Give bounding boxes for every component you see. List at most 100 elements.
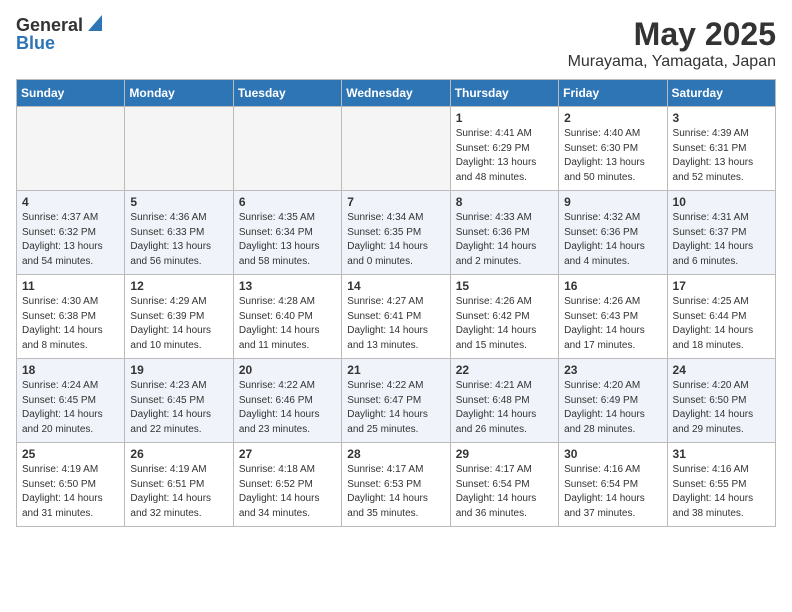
day-number: 18 [22,363,119,377]
day-number: 7 [347,195,444,209]
day-info: Sunrise: 4:30 AM Sunset: 6:38 PM Dayligh… [22,295,119,353]
day-number: 17 [673,279,770,293]
calendar-cell [233,107,341,191]
day-info: Sunrise: 4:24 AM Sunset: 6:45 PM Dayligh… [22,379,119,437]
location-subtitle: Murayama, Yamagata, Japan [568,53,776,71]
day-number: 1 [456,111,553,125]
calendar-week-row: 4 Sunrise: 4:37 AM Sunset: 6:32 PM Daylig… [17,191,776,275]
calendar-cell: 1 Sunrise: 4:41 AM Sunset: 6:29 PM Daylig… [450,107,558,191]
day-info: Sunrise: 4:31 AM Sunset: 6:37 PM Dayligh… [673,211,770,269]
calendar-cell: 10 Sunrise: 4:31 AM Sunset: 6:37 PM Dayli… [667,191,775,275]
logo: General Blue [16,16,102,52]
calendar-cell: 26Sunrise: 4:19 AM Sunset: 6:51 PM Dayli… [125,443,233,527]
day-info: Sunrise: 4:32 AM Sunset: 6:36 PM Dayligh… [564,211,661,269]
day-number: 4 [22,195,119,209]
weekday-header-saturday: Saturday [667,80,775,107]
calendar-cell: 5Sunrise: 4:36 AM Sunset: 6:33 PM Daylig… [125,191,233,275]
day-number: 26 [130,447,227,461]
calendar-week-row: 1 Sunrise: 4:41 AM Sunset: 6:29 PM Daylig… [17,107,776,191]
day-number: 31 [673,447,770,461]
day-number: 22 [456,363,553,377]
day-info: Sunrise: 4:22 AM Sunset: 6:46 PM Dayligh… [239,379,336,437]
day-info: Sunrise: 4:19 AM Sunset: 6:50 PM Dayligh… [22,463,119,521]
day-info: Sunrise: 4:26 AM Sunset: 6:43 PM Dayligh… [564,295,661,353]
weekday-header-monday: Monday [125,80,233,107]
day-number: 19 [130,363,227,377]
calendar-cell: 9 Sunrise: 4:32 AM Sunset: 6:36 PM Daylig… [559,191,667,275]
day-info: Sunrise: 4:35 AM Sunset: 6:34 PM Dayligh… [239,211,336,269]
calendar-cell: 11 Sunrise: 4:30 AM Sunset: 6:38 PM Dayli… [17,275,125,359]
calendar-cell: 7 Sunrise: 4:34 AM Sunset: 6:35 PM Daylig… [342,191,450,275]
calendar-cell: 14 Sunrise: 4:27 AM Sunset: 6:41 PM Dayli… [342,275,450,359]
calendar-cell: 29Sunrise: 4:17 AM Sunset: 6:54 PM Dayli… [450,443,558,527]
day-info: Sunrise: 4:22 AM Sunset: 6:47 PM Dayligh… [347,379,444,437]
day-info: Sunrise: 4:36 AM Sunset: 6:33 PM Dayligh… [130,211,227,269]
weekday-header-wednesday: Wednesday [342,80,450,107]
weekday-header-thursday: Thursday [450,80,558,107]
day-number: 13 [239,279,336,293]
calendar-cell: 16 Sunrise: 4:26 AM Sunset: 6:43 PM Dayli… [559,275,667,359]
calendar-table: SundayMondayTuesdayWednesdayThursdayFrid… [16,79,776,527]
day-number: 10 [673,195,770,209]
day-number: 2 [564,111,661,125]
day-number: 21 [347,363,444,377]
day-info: Sunrise: 4:27 AM Sunset: 6:41 PM Dayligh… [347,295,444,353]
calendar-cell [17,107,125,191]
calendar-week-row: 11 Sunrise: 4:30 AM Sunset: 6:38 PM Dayli… [17,275,776,359]
title-area: May 2025 Murayama, Yamagata, Japan [568,16,776,71]
logo-blue-text: Blue [16,34,102,52]
day-info: Sunrise: 4:20 AM Sunset: 6:49 PM Dayligh… [564,379,661,437]
day-number: 8 [456,195,553,209]
calendar-cell: 12 Sunrise: 4:29 AM Sunset: 6:39 PM Dayli… [125,275,233,359]
calendar-week-row: 18 Sunrise: 4:24 AM Sunset: 6:45 PM Dayli… [17,359,776,443]
calendar-cell: 21 Sunrise: 4:22 AM Sunset: 6:47 PM Dayli… [342,359,450,443]
calendar-cell: 8 Sunrise: 4:33 AM Sunset: 6:36 PM Daylig… [450,191,558,275]
day-info: Sunrise: 4:25 AM Sunset: 6:44 PM Dayligh… [673,295,770,353]
calendar-cell: 18 Sunrise: 4:24 AM Sunset: 6:45 PM Dayli… [17,359,125,443]
day-info: Sunrise: 4:41 AM Sunset: 6:29 PM Dayligh… [456,127,553,185]
day-number: 9 [564,195,661,209]
calendar-cell: 2 Sunrise: 4:40 AM Sunset: 6:30 PM Daylig… [559,107,667,191]
day-number: 11 [22,279,119,293]
logo-triangle-icon [84,15,102,33]
calendar-cell: 23 Sunrise: 4:20 AM Sunset: 6:49 PM Dayli… [559,359,667,443]
calendar-header-row: SundayMondayTuesdayWednesdayThursdayFrid… [17,80,776,107]
day-info: Sunrise: 4:16 AM Sunset: 6:54 PM Dayligh… [564,463,661,521]
calendar-cell: 13 Sunrise: 4:28 AM Sunset: 6:40 PM Dayli… [233,275,341,359]
calendar-cell: 17 Sunrise: 4:25 AM Sunset: 6:44 PM Dayli… [667,275,775,359]
calendar-cell [342,107,450,191]
day-info: Sunrise: 4:17 AM Sunset: 6:53 PM Dayligh… [347,463,444,521]
day-number: 16 [564,279,661,293]
day-info: Sunrise: 4:39 AM Sunset: 6:31 PM Dayligh… [673,127,770,185]
day-number: 29 [456,447,553,461]
day-number: 12 [130,279,227,293]
day-number: 28 [347,447,444,461]
day-number: 15 [456,279,553,293]
day-info: Sunrise: 4:28 AM Sunset: 6:40 PM Dayligh… [239,295,336,353]
day-info: Sunrise: 4:34 AM Sunset: 6:35 PM Dayligh… [347,211,444,269]
calendar-cell: 30Sunrise: 4:16 AM Sunset: 6:54 PM Dayli… [559,443,667,527]
day-number: 20 [239,363,336,377]
page-header: General Blue May 2025 Murayama, Yamagata… [16,16,776,71]
day-info: Sunrise: 4:20 AM Sunset: 6:50 PM Dayligh… [673,379,770,437]
day-number: 14 [347,279,444,293]
month-year-title: May 2025 [568,16,776,53]
calendar-cell: 4 Sunrise: 4:37 AM Sunset: 6:32 PM Daylig… [17,191,125,275]
day-info: Sunrise: 4:40 AM Sunset: 6:30 PM Dayligh… [564,127,661,185]
calendar-cell: 28 Sunrise: 4:17 AM Sunset: 6:53 PM Dayli… [342,443,450,527]
calendar-cell [125,107,233,191]
day-number: 27 [239,447,336,461]
day-info: Sunrise: 4:16 AM Sunset: 6:55 PM Dayligh… [673,463,770,521]
calendar-cell: 19Sunrise: 4:23 AM Sunset: 6:45 PM Dayli… [125,359,233,443]
calendar-cell: 15Sunrise: 4:26 AM Sunset: 6:42 PM Dayli… [450,275,558,359]
calendar-cell: 3Sunrise: 4:39 AM Sunset: 6:31 PM Daylig… [667,107,775,191]
calendar-cell: 27Sunrise: 4:18 AM Sunset: 6:52 PM Dayli… [233,443,341,527]
calendar-cell: 22 Sunrise: 4:21 AM Sunset: 6:48 PM Dayli… [450,359,558,443]
calendar-week-row: 25Sunrise: 4:19 AM Sunset: 6:50 PM Dayli… [17,443,776,527]
day-info: Sunrise: 4:21 AM Sunset: 6:48 PM Dayligh… [456,379,553,437]
day-info: Sunrise: 4:29 AM Sunset: 6:39 PM Dayligh… [130,295,227,353]
day-info: Sunrise: 4:37 AM Sunset: 6:32 PM Dayligh… [22,211,119,269]
day-number: 23 [564,363,661,377]
day-info: Sunrise: 4:33 AM Sunset: 6:36 PM Dayligh… [456,211,553,269]
weekday-header-friday: Friday [559,80,667,107]
